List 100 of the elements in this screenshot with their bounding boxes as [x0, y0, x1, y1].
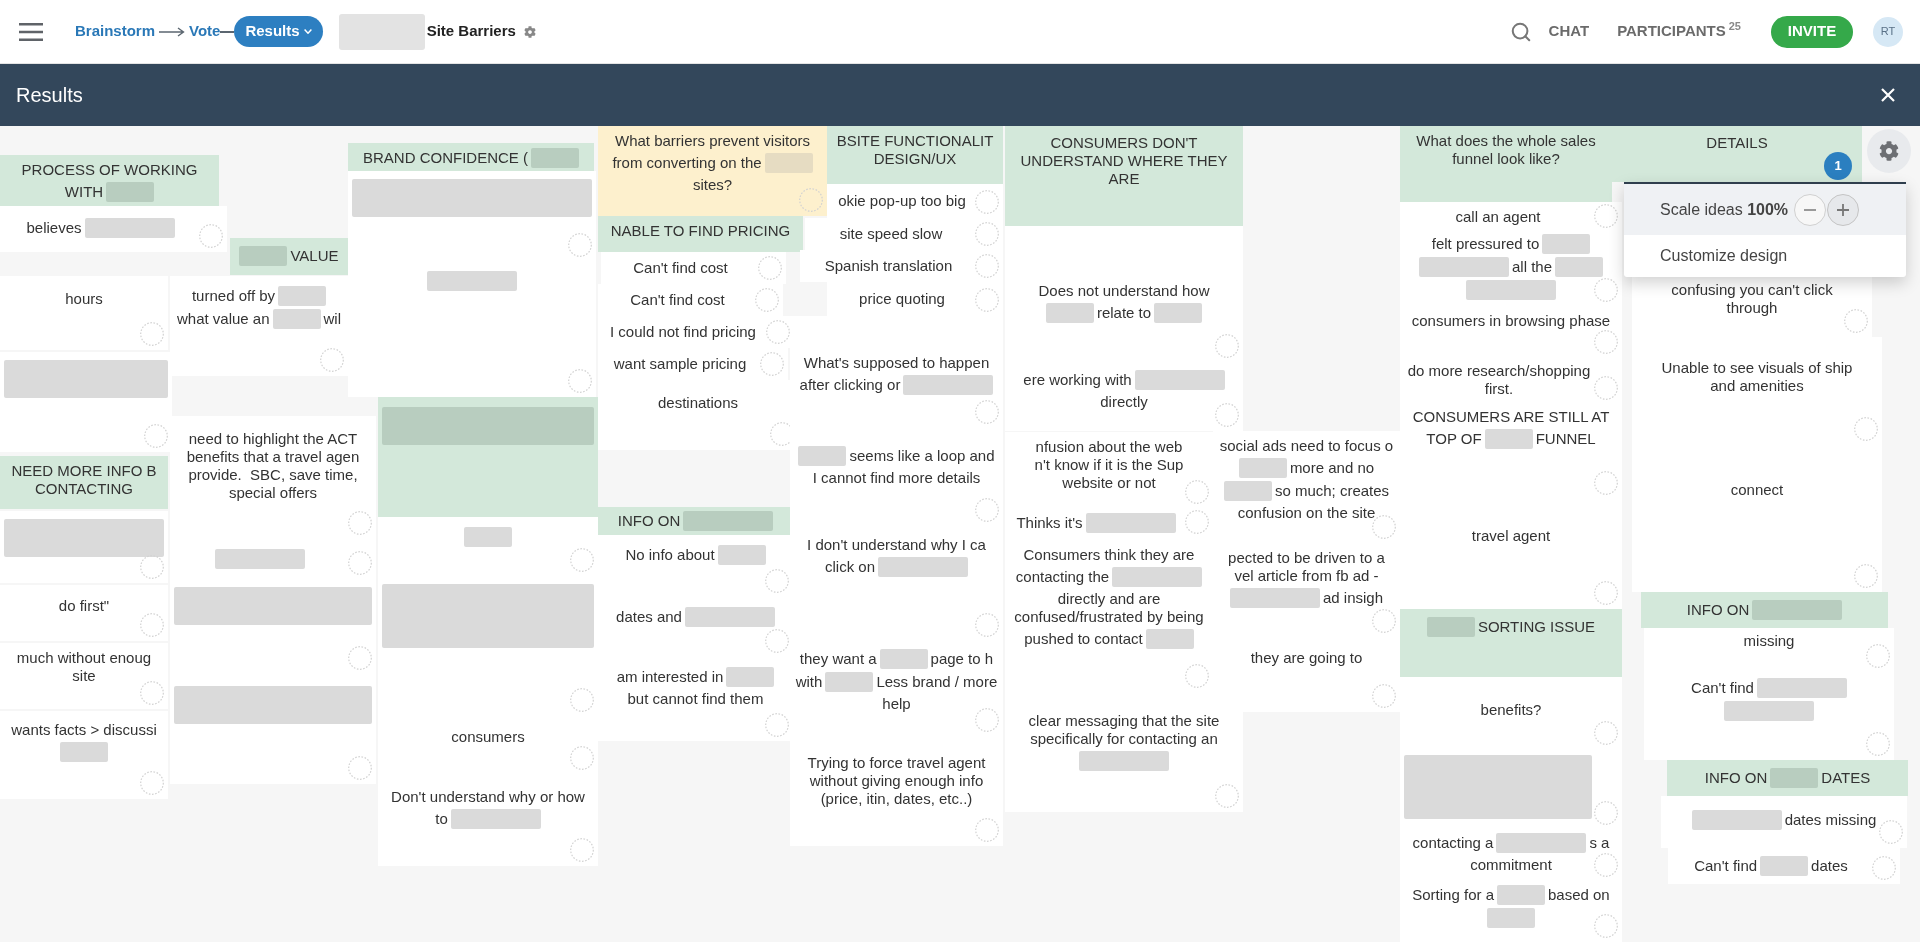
- vote-circle-icon: [1594, 376, 1618, 400]
- vote-circle-icon: [199, 224, 223, 248]
- vote-circle-icon: [570, 548, 594, 572]
- increase-button[interactable]: [1827, 193, 1860, 226]
- idea-text: call an agent: [1455, 208, 1541, 226]
- count-badge: 1: [1824, 152, 1852, 180]
- vote-circle-icon: [1594, 330, 1618, 354]
- menu-item[interactable]: Customize design: [1624, 235, 1906, 277]
- group-title: VALUE: [290, 247, 339, 265]
- redacted-block: [726, 667, 775, 687]
- idea-text: turned off by: [191, 287, 276, 305]
- decrease-button[interactable]: [1794, 193, 1827, 226]
- idea-text: What's supposed to happen: [803, 354, 990, 372]
- minus-icon: [1804, 208, 1817, 211]
- idea-text: Don't understand why or how: [391, 788, 585, 806]
- idea-text: site speed slow: [839, 225, 943, 243]
- idea-text: want sample pricing: [613, 355, 747, 373]
- idea-text: consumers in browsing phase: [1411, 312, 1611, 330]
- vote-circle-icon: [975, 190, 999, 214]
- chat-button[interactable]: CHAT: [1548, 20, 1590, 43]
- idea-text: hours: [65, 290, 103, 308]
- idea-text: ad insigh: [1322, 589, 1383, 607]
- idea-text: Unable to see visuals of ship and amenities: [1661, 359, 1853, 395]
- redacted-block: [1154, 303, 1203, 323]
- close-button[interactable]: [1881, 88, 1895, 102]
- redacted-block: [717, 545, 766, 565]
- vote-circle-icon: [975, 254, 999, 278]
- question-text: sites?: [692, 176, 733, 194]
- idea-text: ere working with: [1023, 371, 1132, 389]
- question-text: What barriers prevent visitors: [614, 132, 811, 150]
- vote-circle-icon: [765, 569, 789, 593]
- idea-text: dates and: [616, 608, 682, 626]
- idea-text: price quoting: [859, 290, 945, 308]
- vote-circle-icon: [1594, 721, 1618, 745]
- group-title: DETAILS: [1706, 134, 1768, 152]
- results-title: Results: [16, 83, 83, 108]
- vote-circle-icon: [568, 369, 592, 393]
- question-text: from converting on the: [612, 154, 762, 172]
- step-link[interactable]: Brainstorm: [75, 20, 156, 43]
- idea-text: directly: [1100, 393, 1148, 411]
- idea-text: to: [435, 810, 448, 828]
- vote-circle-icon: [1594, 581, 1618, 605]
- vote-circle-icon: [1215, 784, 1239, 808]
- idea-text: I don't understand why I ca: [807, 536, 986, 554]
- settings-icon: [523, 25, 536, 38]
- vote-circle-icon: [975, 222, 999, 246]
- idea-text: Sorting for a: [1412, 886, 1494, 904]
- close-icon: [1881, 88, 1895, 102]
- redacted-block: [1238, 458, 1287, 478]
- caret-icon: [303, 29, 312, 34]
- vote-circle-icon: [799, 188, 823, 212]
- idea-text: confusion on the site: [1237, 504, 1376, 522]
- settings-button[interactable]: [1867, 129, 1911, 173]
- vote-circle-icon: [570, 688, 594, 712]
- vote-circle-icon: [765, 629, 789, 653]
- vote-circle-icon: [1594, 914, 1618, 938]
- idea-text: confusing you can't click through: [1671, 281, 1833, 317]
- idea-text: clear messaging that the site specifically for contacting an: [1028, 712, 1220, 748]
- idea-text: do more research/shopping first.: [1407, 362, 1591, 398]
- vote-circle-icon: [758, 256, 782, 280]
- idea-text: Can't find: [1694, 857, 1758, 875]
- group-title: WITH: [64, 183, 104, 201]
- redacted-block: [879, 649, 928, 669]
- vote-circle-icon: [975, 288, 999, 312]
- redacted-block: [825, 672, 874, 692]
- group-title: NEED MORE INFO B CONTACTING: [11, 462, 157, 498]
- idea-text: wants facts > discussi: [11, 721, 157, 739]
- idea-text: pushed to contact: [1024, 630, 1143, 648]
- vote-circle-icon: [1866, 644, 1890, 668]
- group-title: INFO ON: [1686, 601, 1750, 619]
- vote-circle-icon: [570, 746, 594, 770]
- participant-count: 25: [1728, 20, 1741, 33]
- redacted-block: [1487, 908, 1535, 928]
- menu-button[interactable]: [19, 22, 43, 41]
- redacted-block: [531, 148, 579, 168]
- idea-text: missing: [1743, 632, 1795, 650]
- step-link[interactable]: Vote: [189, 20, 221, 43]
- vote-circle-icon: [348, 646, 372, 670]
- idea-text: what value an: [176, 310, 270, 328]
- redacted-block: [1426, 617, 1475, 637]
- redacted-block: [106, 182, 155, 202]
- menu-icon: [19, 22, 43, 41]
- session-settings-button[interactable]: [523, 25, 536, 38]
- vote-circle-icon: [1594, 204, 1618, 228]
- vote-circle-icon: [755, 288, 779, 312]
- idea-text: connect: [1730, 481, 1784, 499]
- vote-circle-icon: [1872, 856, 1896, 880]
- idea-text: click on: [825, 558, 875, 576]
- group-title: CONSUMERS DON'T UNDERSTAND WHERE THEY ARE: [1020, 134, 1228, 188]
- idea-text: travel agent: [1471, 527, 1551, 545]
- user-avatar[interactable]: RT: [1873, 16, 1903, 47]
- idea-text: need to highlight the ACT benefits that a travel agen provide. SBC, save time, special offers: [186, 430, 360, 502]
- step-tab[interactable]: Results: [234, 16, 323, 47]
- search-button[interactable]: [1509, 20, 1532, 43]
- vote-circle-icon: [975, 400, 999, 424]
- idea-text: Spanish translation: [824, 257, 953, 275]
- redacted-block: [1484, 429, 1533, 449]
- idea-text: dates: [1811, 857, 1848, 875]
- scale-label: Scale ideas 100%: [1660, 199, 1789, 220]
- invite-button[interactable]: INVITE: [1771, 15, 1853, 48]
